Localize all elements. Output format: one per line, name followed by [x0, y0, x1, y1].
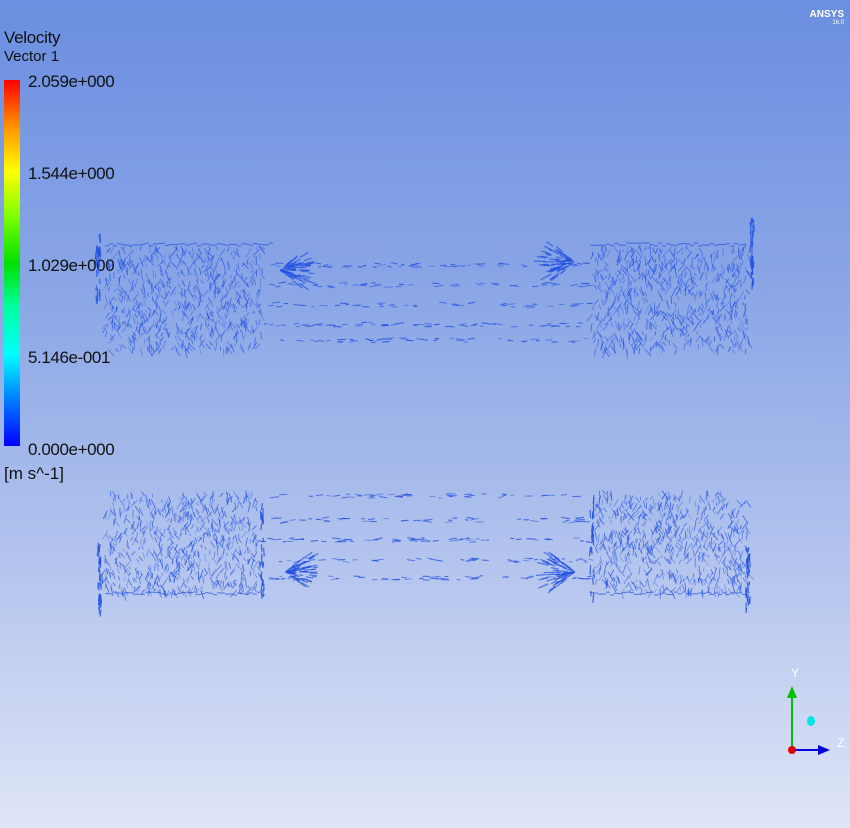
x-axis-dot [788, 746, 796, 754]
cfd-viewport[interactable]: Velocity Vector 1 2.059e+000 1.544e+000 … [0, 0, 850, 828]
velocity-vectors [94, 217, 756, 617]
y-axis-label: Y [791, 666, 800, 680]
y-axis-arrow [787, 686, 797, 698]
view-direction-marker [807, 716, 815, 726]
z-axis-arrow [818, 745, 830, 755]
z-axis-label: Z [837, 736, 845, 750]
vector-field-plot [35, 217, 815, 617]
axes-triad: Y Z [770, 660, 850, 775]
